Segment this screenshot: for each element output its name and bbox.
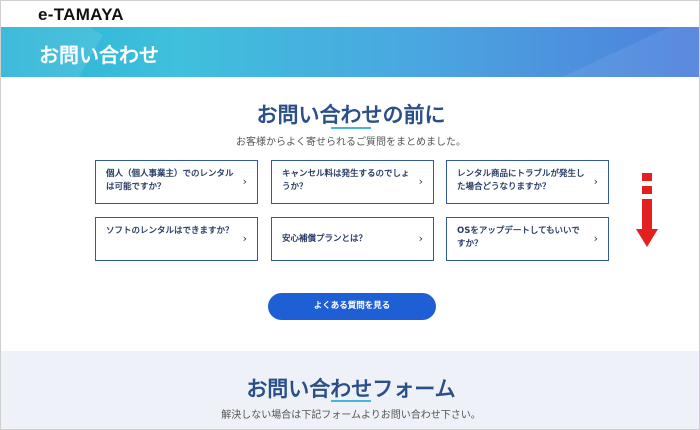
chevron-right-icon: › (418, 175, 423, 188)
faq-section-title: お問い合わせの前に (256, 103, 446, 127)
contact-form-section: お問い合わせフォーム 解決しない場合は下記フォームよりお問い合わせ下さい。 (1, 351, 699, 429)
faq-item-label: 個人（個人事業主）でのレンタルは可能ですか？ (106, 169, 234, 192)
faq-item-software-rental[interactable]: ソフトのレンタルはできますか？ › (95, 217, 258, 261)
faq-item-label: ソフトのレンタルはできますか？ (106, 226, 234, 236)
faq-item-label: レンタル商品にトラブルが発生した場合どうなりますか？ (457, 169, 585, 192)
faq-item-os-update[interactable]: OSをアップデートしてもいいですか？ › (446, 217, 609, 261)
chevron-right-icon: › (242, 232, 247, 245)
faq-item-cancel-fee[interactable]: キャンセル料は発生するのでしょうか？ › (271, 160, 434, 204)
page-frame: e-TAMAYA お問い合わせ お問い合わせの前に お客様からよく寄せられるご質… (0, 0, 700, 430)
form-section-title: お問い合わせフォーム (246, 377, 456, 401)
faq-more-button[interactable]: よくある質問を見る (268, 293, 436, 320)
title-underline (331, 127, 371, 129)
faq-item-label: キャンセル料は発生するのでしょうか？ (282, 169, 410, 192)
faq-item-label: 安心補償プランとは？ (282, 234, 368, 244)
banner-title: お問い合わせ (39, 43, 159, 67)
title-underline (331, 400, 371, 402)
site-logo[interactable]: e-TAMAYA (38, 5, 124, 25)
chevron-right-icon: › (593, 232, 598, 245)
faq-item-label: OSをアップデートしてもいいですか？ (457, 226, 580, 249)
banner-decoration (545, 27, 699, 77)
top-bar: e-TAMAYA (1, 1, 699, 27)
faq-section-subtitle: お客様からよく寄せられるご質問をまとめました。 (236, 137, 466, 148)
chevron-right-icon: › (418, 232, 423, 245)
chevron-right-icon: › (242, 175, 247, 188)
faq-item-insurance-plan[interactable]: 安心補償プランとは？ › (271, 217, 434, 261)
red-down-arrow-icon (635, 173, 659, 251)
form-section-subtitle: 解決しない場合は下記フォームよりお問い合わせ下さい。 (221, 410, 481, 421)
page-banner: お問い合わせ (1, 27, 699, 77)
faq-item-individual-rental[interactable]: 個人（個人事業主）でのレンタルは可能ですか？ › (95, 160, 258, 204)
chevron-right-icon: › (593, 175, 598, 188)
faq-item-trouble[interactable]: レンタル商品にトラブルが発生した場合どうなりますか？ › (446, 160, 609, 204)
